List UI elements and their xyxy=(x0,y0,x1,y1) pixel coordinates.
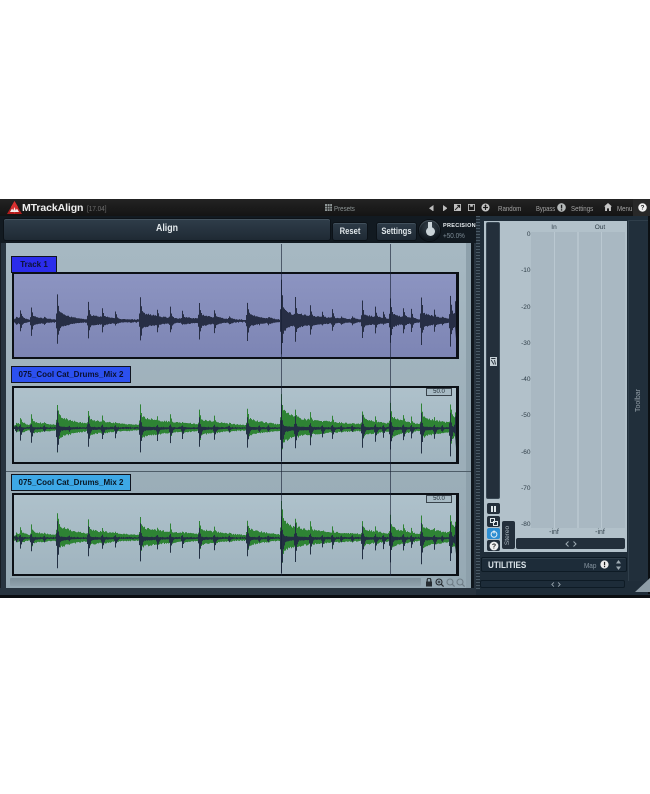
svg-text:?: ? xyxy=(640,205,644,212)
svg-text:?: ? xyxy=(491,544,495,551)
